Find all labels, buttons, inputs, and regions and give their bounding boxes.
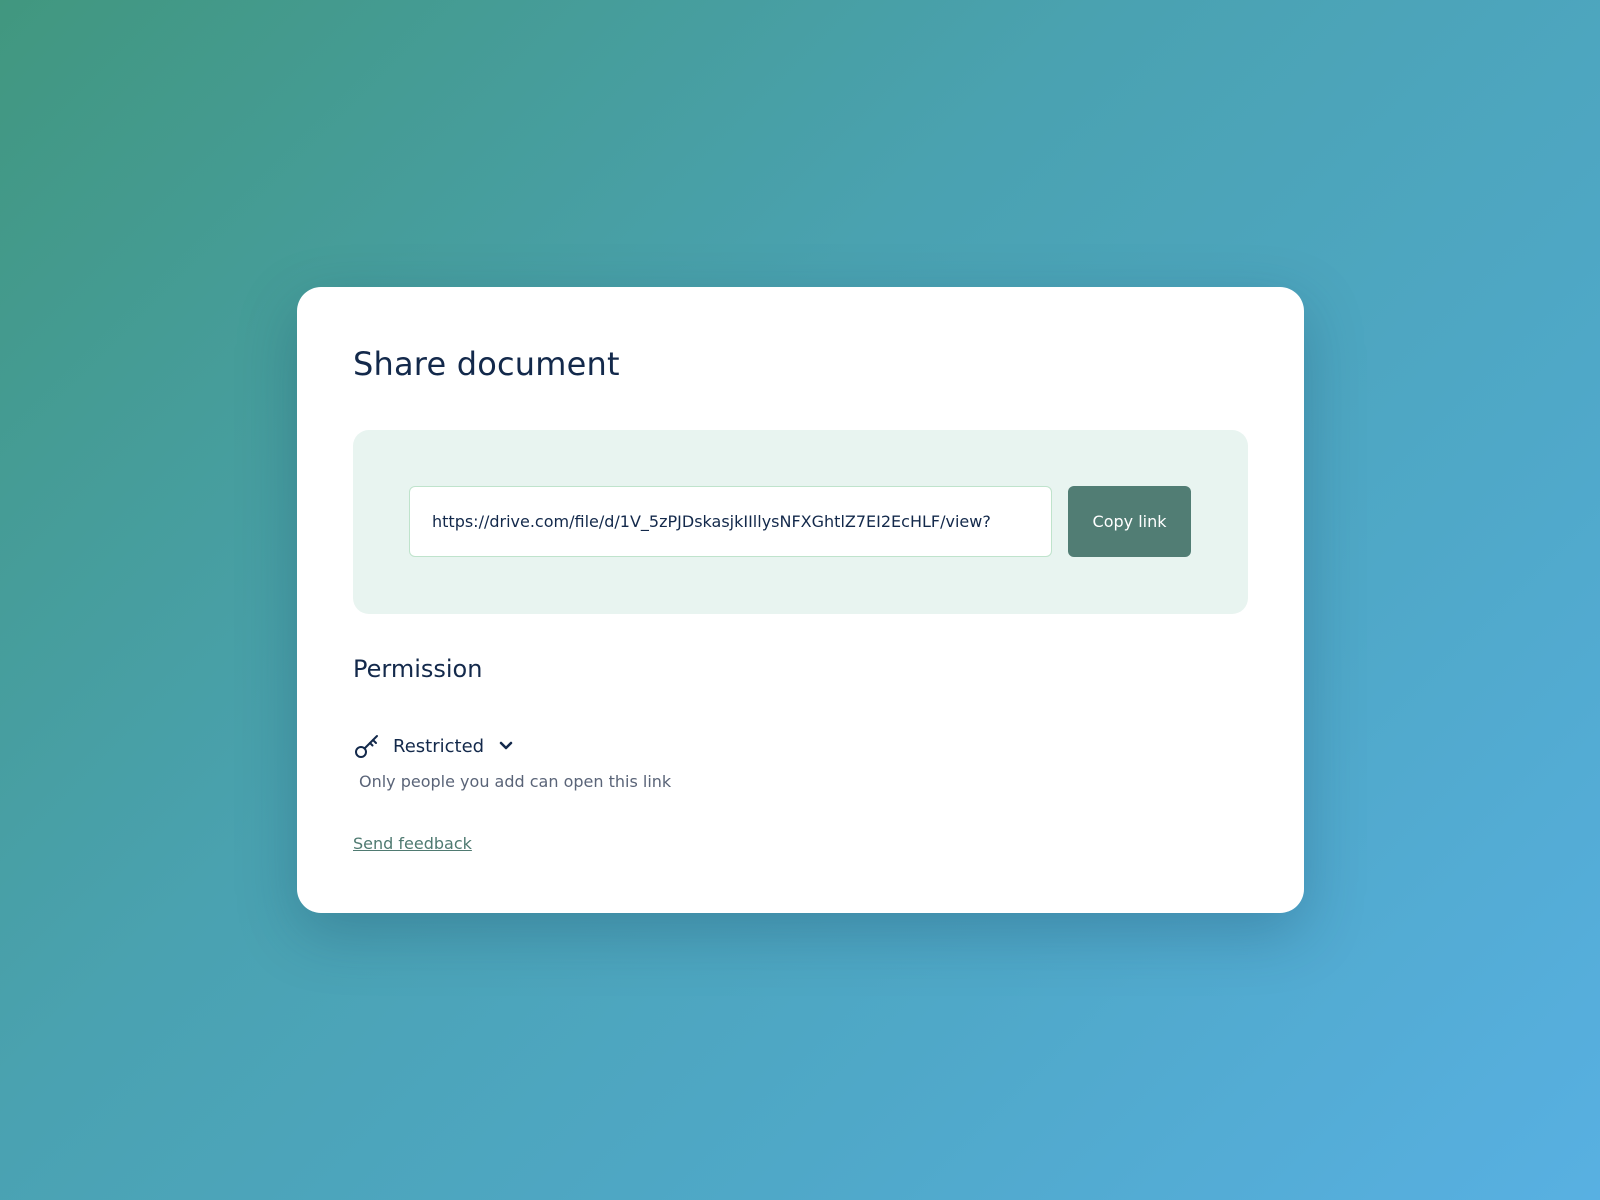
dialog-title: Share document [353, 345, 620, 383]
share-dialog: Share document Copy link Permission Rest… [297, 287, 1304, 913]
send-feedback-link[interactable]: Send feedback [353, 834, 472, 853]
copy-link-button[interactable]: Copy link [1068, 486, 1191, 557]
share-link-input[interactable] [409, 486, 1052, 557]
permission-dropdown[interactable]: Restricted [353, 731, 516, 761]
link-panel: Copy link [353, 430, 1248, 614]
permission-section-title: Permission [353, 655, 483, 683]
permission-description: Only people you add can open this link [359, 772, 672, 791]
key-icon [353, 732, 381, 760]
chevron-down-icon [496, 736, 516, 756]
permission-selected-label: Restricted [393, 735, 485, 757]
